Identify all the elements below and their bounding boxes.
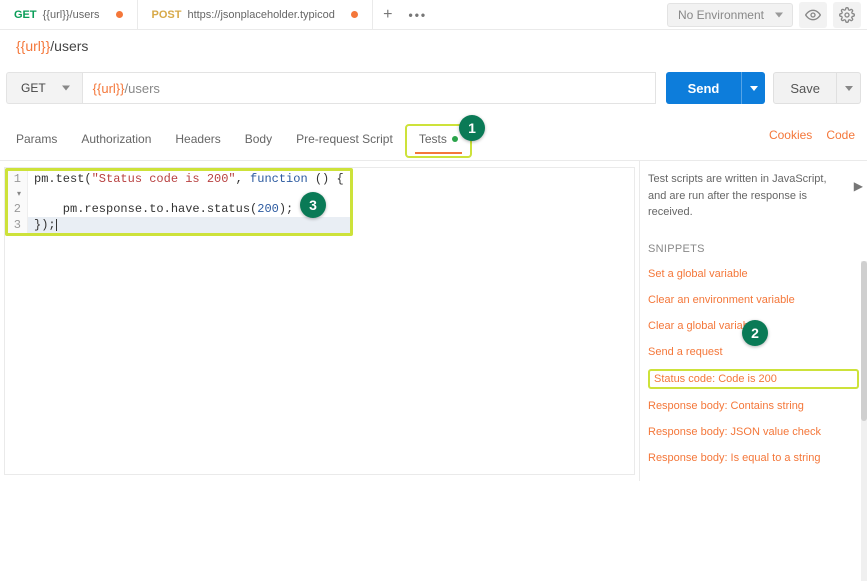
url-variable: {{url}} <box>93 81 125 96</box>
nav-body[interactable]: Body <box>233 124 284 158</box>
snippet-clear-env[interactable]: Clear an environment variable <box>648 287 859 313</box>
snippets-heading: SNIPPETS <box>648 243 859 255</box>
save-dropdown[interactable] <box>837 72 861 104</box>
save-button[interactable]: Save <box>773 72 837 104</box>
tests-editor[interactable]: 1 pm.test("Status code is 200", function… <box>4 167 635 475</box>
nav-headers[interactable]: Headers <box>163 124 232 158</box>
code-block: 1 pm.test("Status code is 200", function… <box>5 168 353 236</box>
title-path: /users <box>50 38 88 54</box>
request-title: {{url}}/users <box>0 30 867 62</box>
gear-icon[interactable] <box>833 2 861 28</box>
code-link[interactable]: Code <box>826 128 855 142</box>
snippet-set-global[interactable]: Set a global variable <box>648 261 859 287</box>
url-input[interactable]: {{url}}/users <box>82 72 656 104</box>
send-button[interactable]: Send <box>666 72 742 104</box>
environment-label: No Environment <box>678 8 764 22</box>
snippet-status-200-highlight: Status code: Code is 200 <box>648 369 859 389</box>
new-tab-button[interactable]: + <box>373 6 403 24</box>
eye-icon[interactable] <box>799 2 827 28</box>
tab-title: {{url}}/users <box>43 9 100 21</box>
snippets-list: Set a global variable Clear an environme… <box>648 261 859 471</box>
tab-title: https://jsonplaceholder.typicod <box>187 9 334 21</box>
snippet-clear-global[interactable]: Clear a global variable <box>648 313 859 339</box>
url-path: /users <box>125 81 160 96</box>
snippet-body-equal[interactable]: Response body: Is equal to a string <box>648 445 859 471</box>
help-expand-icon[interactable]: ▶ <box>854 179 863 193</box>
method-select[interactable]: GET <box>6 72 82 104</box>
snippets-pane: Test scripts are written in JavaScript, … <box>639 161 867 481</box>
tab-get-users[interactable]: GET {{url}}/users <box>0 0 138 29</box>
environment-select[interactable]: No Environment <box>667 3 793 27</box>
unsaved-dot-icon <box>116 11 123 18</box>
nav-params[interactable]: Params <box>4 124 69 158</box>
unsaved-dot-icon <box>351 11 358 18</box>
text-caret-icon <box>56 219 57 231</box>
subnav-right-links: Cookies Code <box>769 128 855 142</box>
snippet-send-request[interactable]: Send a request <box>648 339 859 365</box>
scrollbar-thumb[interactable] <box>861 261 867 421</box>
code-line-2: 2 pm.response.to.have.status(200); <box>8 201 350 217</box>
method-select-value: GET <box>21 81 46 95</box>
nav-prerequest[interactable]: Pre-request Script <box>284 124 405 158</box>
code-line-1: 1 pm.test("Status code is 200", function… <box>8 171 350 201</box>
main-columns: 1 pm.test("Status code is 200", function… <box>0 160 867 481</box>
cookies-link[interactable]: Cookies <box>769 128 812 142</box>
snippet-status-200[interactable]: Status code: Code is 200 <box>654 373 777 385</box>
tests-active-dot-icon <box>452 136 458 142</box>
tests-help-text: Test scripts are written in JavaScript, … <box>648 171 859 221</box>
snippet-body-contains[interactable]: Response body: Contains string <box>648 393 859 419</box>
request-subnav: Params Authorization Headers Body Pre-re… <box>0 114 867 158</box>
snippets-scrollbar[interactable] <box>861 261 867 581</box>
request-row: GET {{url}}/users Send Save <box>0 62 867 114</box>
snippet-json-value[interactable]: Response body: JSON value check <box>648 419 859 445</box>
tab-method: GET <box>14 9 37 21</box>
tab-post-placeholder[interactable]: POST https://jsonplaceholder.typicod <box>138 0 373 29</box>
nav-tests[interactable]: Tests <box>405 124 472 158</box>
title-variable: {{url}} <box>16 38 50 54</box>
tab-overflow-button[interactable]: ••• <box>403 8 433 22</box>
top-right-controls: No Environment <box>667 0 861 30</box>
tab-method: POST <box>152 9 182 21</box>
nav-authorization[interactable]: Authorization <box>69 124 163 158</box>
code-line-3: 3 }); <box>8 217 350 233</box>
send-dropdown[interactable] <box>741 72 765 104</box>
